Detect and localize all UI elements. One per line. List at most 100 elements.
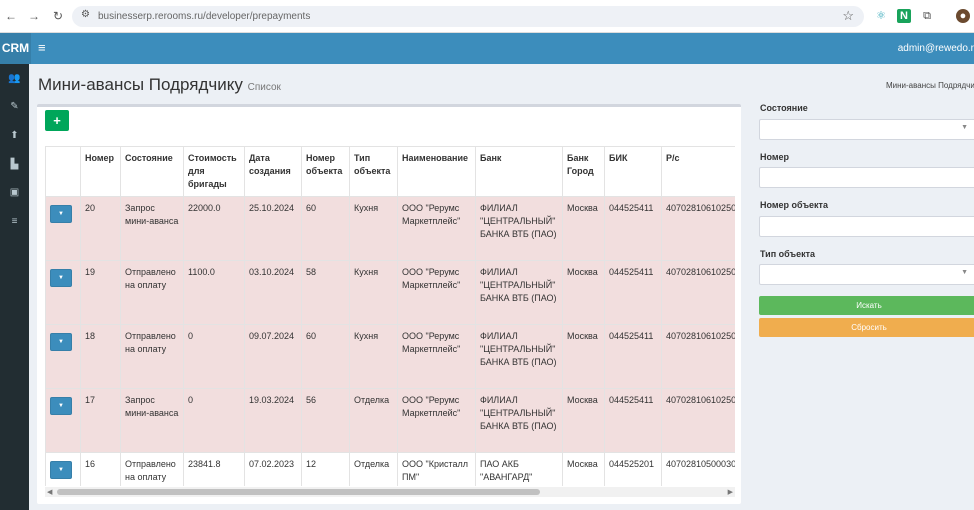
row-actions-dropdown-button[interactable]: ▼ bbox=[50, 205, 72, 223]
scroll-left-icon[interactable]: ◀ bbox=[47, 488, 52, 496]
breadcrumb[interactable]: Мини-авансы Подрядчи bbox=[886, 81, 974, 90]
cell-city: Москва bbox=[562, 452, 605, 486]
cell-cost: 23841.8 bbox=[183, 452, 245, 486]
list-icon[interactable]: ≡ bbox=[5, 213, 24, 231]
cell-bik: 044525411 bbox=[604, 260, 662, 325]
profile-avatar[interactable]: ● bbox=[956, 9, 970, 23]
forward-arrow-icon[interactable]: → bbox=[27, 9, 41, 23]
hamburger-menu-icon[interactable]: ≡ bbox=[38, 40, 46, 55]
cell-date: 25.10.2024 bbox=[244, 196, 302, 261]
cell-cost: 1100.0 bbox=[183, 260, 245, 325]
column-header[interactable]: Банк Город bbox=[562, 146, 605, 197]
table-row: ▼ 20 Запрос мини-аванса 22000.0 25.10.20… bbox=[45, 196, 735, 261]
cell-object: 56 bbox=[301, 388, 350, 453]
cell-bank: ФИЛИАЛ "ЦЕНТРАЛЬНЫЙ" БАНКА ВТБ (ПАО) bbox=[475, 260, 563, 325]
cell-status: Отправлено на оплату bbox=[120, 452, 184, 486]
table-row: ▼ 17 Запрос мини-аванса 0 19.03.2024 56 … bbox=[45, 388, 735, 453]
cell-bank: ФИЛИАЛ "ЦЕНТРАЛЬНЫЙ" БАНКА ВТБ (ПАО) bbox=[475, 196, 563, 261]
column-header[interactable]: Состояние bbox=[120, 146, 184, 197]
browser-toolbar: ← → ↻ ⚙ businesserp.rerooms.ru/developer… bbox=[0, 0, 974, 33]
cell-cost: 0 bbox=[183, 388, 245, 453]
column-header[interactable]: Банк bbox=[475, 146, 563, 197]
back-arrow-icon[interactable]: ← bbox=[4, 9, 18, 23]
row-actions-dropdown-button[interactable]: ▼ bbox=[50, 461, 72, 479]
cell-account: 40702810610250 bbox=[661, 388, 735, 453]
search-button[interactable]: Искать bbox=[759, 296, 974, 315]
pin-icon[interactable]: ⬆ bbox=[5, 127, 24, 145]
cell-number: 19 bbox=[80, 260, 121, 325]
cell-date: 19.03.2024 bbox=[244, 388, 302, 453]
horizontal-scrollbar[interactable]: ◀ ▶ bbox=[45, 487, 735, 497]
cell-account: 40702810610250 bbox=[661, 260, 735, 325]
cell-city: Москва bbox=[562, 196, 605, 261]
page-title: Мини-авансы Подрядчику Список bbox=[38, 75, 281, 95]
table-header-row: Номер Состояние Стоимость для бригады Да… bbox=[45, 146, 735, 197]
column-header[interactable]: Дата создания bbox=[244, 146, 302, 197]
add-button[interactable]: + bbox=[45, 110, 69, 131]
prepayments-table: Номер Состояние Стоимость для бригады Да… bbox=[45, 146, 735, 486]
cell-name: ООО "Рерумс Маркетплейс" bbox=[397, 260, 476, 325]
number-filter-label: Номер bbox=[760, 152, 790, 162]
cell-account: 40702810610250 bbox=[661, 324, 735, 389]
cell-account: 40702810500030 bbox=[661, 452, 735, 486]
user-menu[interactable]: admin@rewedo.r bbox=[898, 43, 974, 54]
cell-type: Кухня bbox=[349, 324, 398, 389]
cell-city: Москва bbox=[562, 324, 605, 389]
cell-status: Запрос мини-аванса bbox=[120, 196, 184, 261]
column-header[interactable]: Стоимость для бригады bbox=[183, 146, 245, 197]
wrench-icon[interactable]: ✎ bbox=[5, 98, 24, 116]
scrollbar-thumb[interactable] bbox=[57, 489, 540, 495]
row-actions-dropdown-button[interactable]: ▼ bbox=[50, 269, 72, 287]
reset-button[interactable]: Сбросить bbox=[759, 318, 974, 337]
users-icon[interactable]: 👥 bbox=[5, 70, 24, 88]
cell-type: Кухня bbox=[349, 260, 398, 325]
sidebar: 👥 ✎ ⬆ ▙ ▣ ≡ bbox=[0, 64, 29, 510]
column-header[interactable]: БИК bbox=[604, 146, 662, 197]
cell-object: 60 bbox=[301, 196, 350, 261]
cell-account: 40702810610250 bbox=[661, 196, 735, 261]
scroll-right-icon[interactable]: ▶ bbox=[728, 488, 733, 496]
cell-cost: 22000.0 bbox=[183, 196, 245, 261]
address-bar[interactable]: ⚙ businesserp.rerooms.ru/developer/prepa… bbox=[72, 6, 864, 27]
archive-icon[interactable]: ▣ bbox=[5, 184, 24, 202]
column-header bbox=[45, 146, 81, 197]
extensions-puzzle-icon[interactable]: ⧉ bbox=[920, 9, 934, 23]
cell-bik: 044525411 bbox=[604, 388, 662, 453]
cell-name: ООО "Рерумс Маркетплейс" bbox=[397, 196, 476, 261]
column-header[interactable]: Р/с bbox=[661, 146, 735, 197]
cell-type: Отделка bbox=[349, 388, 398, 453]
cell-type: Отделка bbox=[349, 452, 398, 486]
table-container: Номер Состояние Стоимость для бригады Да… bbox=[45, 146, 735, 486]
status-filter-select[interactable]: ▼ bbox=[759, 119, 974, 140]
cell-date: 03.10.2024 bbox=[244, 260, 302, 325]
column-header[interactable]: Номер объекта bbox=[301, 146, 350, 197]
bookmark-star-icon[interactable]: ☆ bbox=[842, 8, 854, 24]
cell-bank: ФИЛИАЛ "ЦЕНТРАЛЬНЫЙ" БАНКА ВТБ (ПАО) bbox=[475, 324, 563, 389]
cell-status: Отправлено на оплату bbox=[120, 260, 184, 325]
column-header[interactable]: Номер bbox=[80, 146, 121, 197]
status-filter-label: Состояние bbox=[760, 103, 808, 113]
table-row: ▼ 19 Отправлено на оплату 1100.0 03.10.2… bbox=[45, 260, 735, 325]
object-number-filter-input[interactable] bbox=[759, 216, 974, 237]
row-actions-dropdown-button[interactable]: ▼ bbox=[50, 397, 72, 415]
site-info-icon[interactable]: ⚙ bbox=[81, 9, 90, 20]
page-subtitle: Список bbox=[247, 82, 281, 93]
column-header[interactable]: Тип объекта bbox=[349, 146, 398, 197]
extension-icon[interactable]: ⚛ bbox=[874, 9, 888, 23]
cell-bank: ПАО АКБ "АВАНГАРД" bbox=[475, 452, 563, 486]
notion-extension-icon[interactable]: N bbox=[897, 9, 911, 23]
number-filter-input[interactable] bbox=[759, 167, 974, 188]
cell-type: Кухня bbox=[349, 196, 398, 261]
url-text: businesserp.rerooms.ru/developer/prepaym… bbox=[98, 11, 311, 22]
app-logo[interactable]: CRM bbox=[0, 33, 31, 64]
chart-icon[interactable]: ▙ bbox=[5, 156, 24, 174]
cell-object: 58 bbox=[301, 260, 350, 325]
chevron-down-icon: ▼ bbox=[961, 269, 968, 276]
reload-icon[interactable]: ↻ bbox=[51, 9, 65, 23]
object-type-filter-select[interactable]: ▼ bbox=[759, 264, 974, 285]
row-actions-dropdown-button[interactable]: ▼ bbox=[50, 333, 72, 351]
column-header[interactable]: Наименование bbox=[397, 146, 476, 197]
cell-date: 07.02.2023 bbox=[244, 452, 302, 486]
cell-object: 60 bbox=[301, 324, 350, 389]
cell-number: 17 bbox=[80, 388, 121, 453]
